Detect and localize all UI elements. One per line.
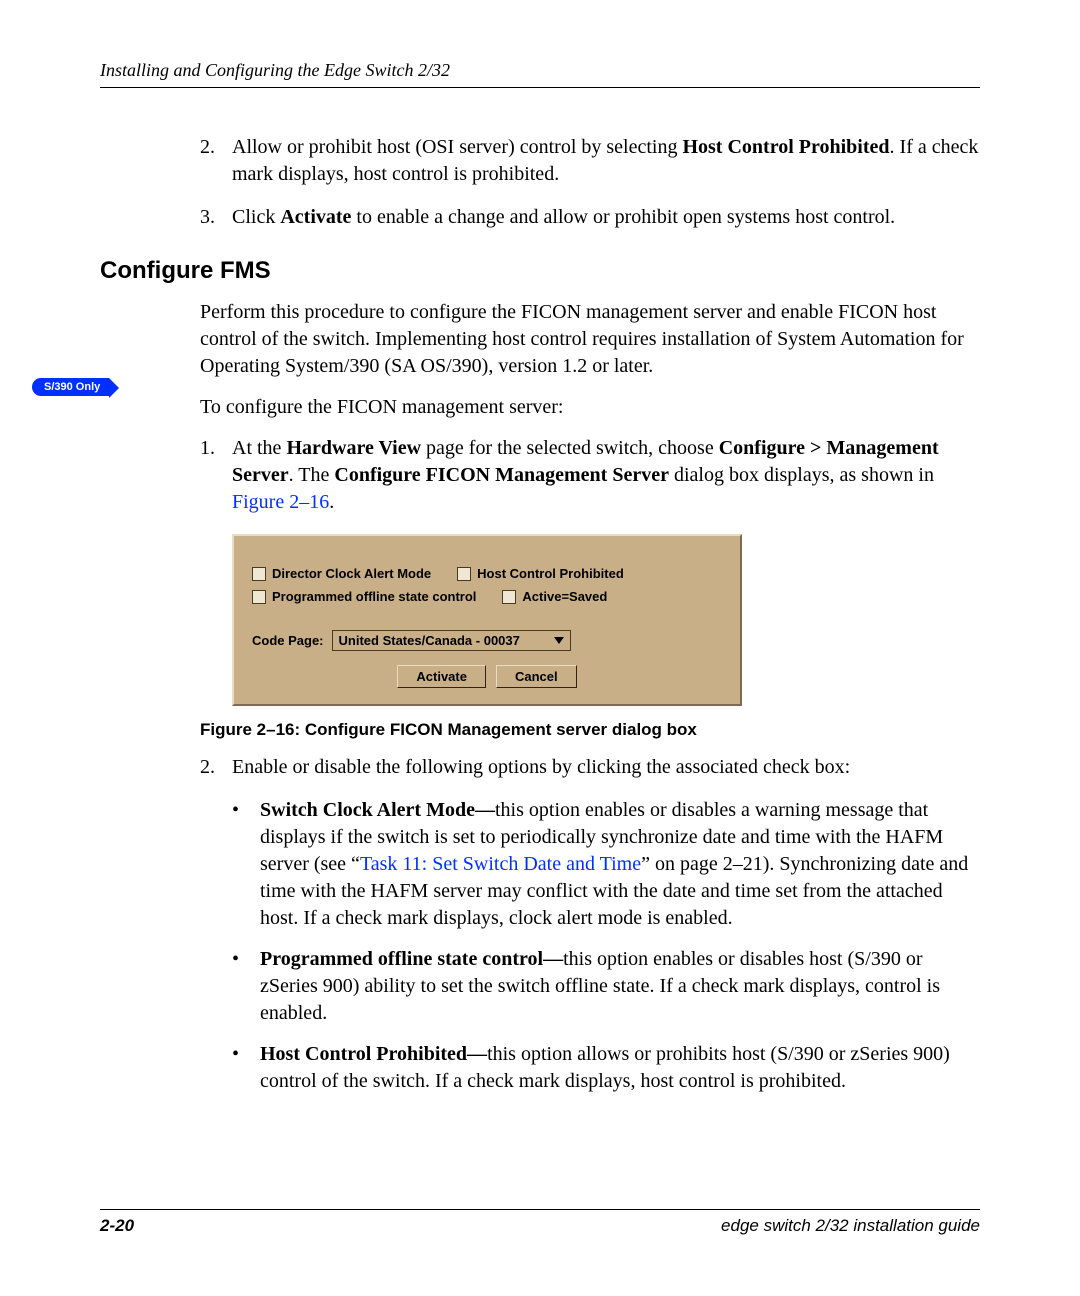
- page-number: 2-20: [100, 1216, 134, 1236]
- step-3: 3. Click Activate to enable a change and…: [200, 204, 980, 231]
- checkbox-host-control-prohibited[interactable]: Host Control Prohibited: [457, 566, 624, 581]
- margin-badge: S/390 Only: [32, 377, 109, 396]
- figure-dialog: Director Clock Alert Mode Host Control P…: [232, 534, 980, 706]
- text: .: [329, 491, 334, 513]
- checkbox-programmed-offline-state-control[interactable]: Programmed offline state control: [252, 589, 476, 604]
- section-heading-configure-fms: Configure FMS: [100, 257, 980, 285]
- step-text: Enable or disable the following options …: [232, 754, 980, 781]
- bullet-switch-clock-alert-mode: • Switch Clock Alert Mode—this option en…: [232, 797, 980, 932]
- figure-link[interactable]: Figure 2–16: [232, 491, 329, 513]
- bold-text: Configure FICON Management Server: [334, 464, 669, 486]
- checkbox-icon: [252, 590, 266, 604]
- activate-button[interactable]: Activate: [397, 665, 486, 688]
- bold-text: Host Control Prohibited: [682, 136, 889, 158]
- footer-title: edge switch 2/32 installation guide: [721, 1216, 980, 1236]
- bullet-text: Host Control Prohibited—this option allo…: [260, 1041, 980, 1095]
- step-text: Click Activate to enable a change and al…: [232, 204, 980, 231]
- code-page-label: Code Page:: [252, 633, 324, 648]
- ficon-dialog: Director Clock Alert Mode Host Control P…: [232, 534, 742, 706]
- bullet-text: Programmed offline state control—this op…: [260, 946, 980, 1027]
- figure-caption: Figure 2–16: Configure FICON Management …: [200, 720, 980, 740]
- task-link[interactable]: Task 11: Set Switch Date and Time: [360, 853, 641, 875]
- checkbox-active-saved[interactable]: Active=Saved: [502, 589, 607, 604]
- bullet-lead: Programmed offline state control—: [260, 948, 563, 970]
- text: to enable a change and allow or prohibit…: [351, 206, 895, 228]
- step-text: At the Hardware View page for the select…: [232, 435, 980, 516]
- checkbox-label: Active=Saved: [522, 589, 607, 604]
- checkbox-label: Director Clock Alert Mode: [272, 566, 431, 581]
- step-number: 2.: [200, 134, 232, 188]
- chevron-down-icon: [554, 637, 564, 644]
- margin-badge-text: S/390 Only: [32, 378, 109, 396]
- code-page-value: United States/Canada - 00037: [339, 633, 520, 648]
- step-2: 2. Allow or prohibit host (OSI server) c…: [200, 134, 980, 188]
- text: Click: [232, 206, 280, 228]
- text: Allow or prohibit host (OSI server) cont…: [232, 136, 682, 158]
- code-page-select[interactable]: United States/Canada - 00037: [332, 630, 571, 651]
- checkbox-icon: [457, 567, 471, 581]
- bullet-lead: Switch Clock Alert Mode—: [260, 799, 495, 821]
- checkbox-label: Programmed offline state control: [272, 589, 476, 604]
- bullet-programmed-offline-state-control: • Programmed offline state control—this …: [232, 946, 980, 1027]
- checkbox-icon: [252, 567, 266, 581]
- checkbox-label: Host Control Prohibited: [477, 566, 624, 581]
- step-number: 1.: [200, 435, 232, 516]
- text: page for the selected switch, choose: [421, 437, 719, 459]
- step-text: Allow or prohibit host (OSI server) cont…: [232, 134, 980, 188]
- text: dialog box displays, as shown in: [669, 464, 934, 486]
- step-number: 2.: [200, 754, 232, 781]
- checkbox-director-clock-alert-mode[interactable]: Director Clock Alert Mode: [252, 566, 431, 581]
- bullet-icon: •: [232, 797, 260, 932]
- bullet-icon: •: [232, 946, 260, 1027]
- cancel-button[interactable]: Cancel: [496, 665, 577, 688]
- step-number: 3.: [200, 204, 232, 231]
- paragraph: Perform this procedure to configure the …: [200, 299, 980, 380]
- bullet-host-control-prohibited: • Host Control Prohibited—this option al…: [232, 1041, 980, 1095]
- bullet-lead: Host Control Prohibited—: [260, 1043, 487, 1065]
- paragraph: To configure the FICON management server…: [200, 394, 980, 421]
- bullet-text: Switch Clock Alert Mode—this option enab…: [260, 797, 980, 932]
- running-header: Installing and Configuring the Edge Swit…: [100, 60, 980, 88]
- checkbox-icon: [502, 590, 516, 604]
- page-footer: 2-20 edge switch 2/32 installation guide: [100, 1209, 980, 1236]
- text: At the: [232, 437, 286, 459]
- bullet-icon: •: [232, 1041, 260, 1095]
- text: . The: [289, 464, 335, 486]
- bold-text: Activate: [280, 206, 351, 228]
- step-2b: 2. Enable or disable the following optio…: [200, 754, 980, 781]
- bold-text: Hardware View: [286, 437, 421, 459]
- step-1: 1. At the Hardware View page for the sel…: [200, 435, 980, 516]
